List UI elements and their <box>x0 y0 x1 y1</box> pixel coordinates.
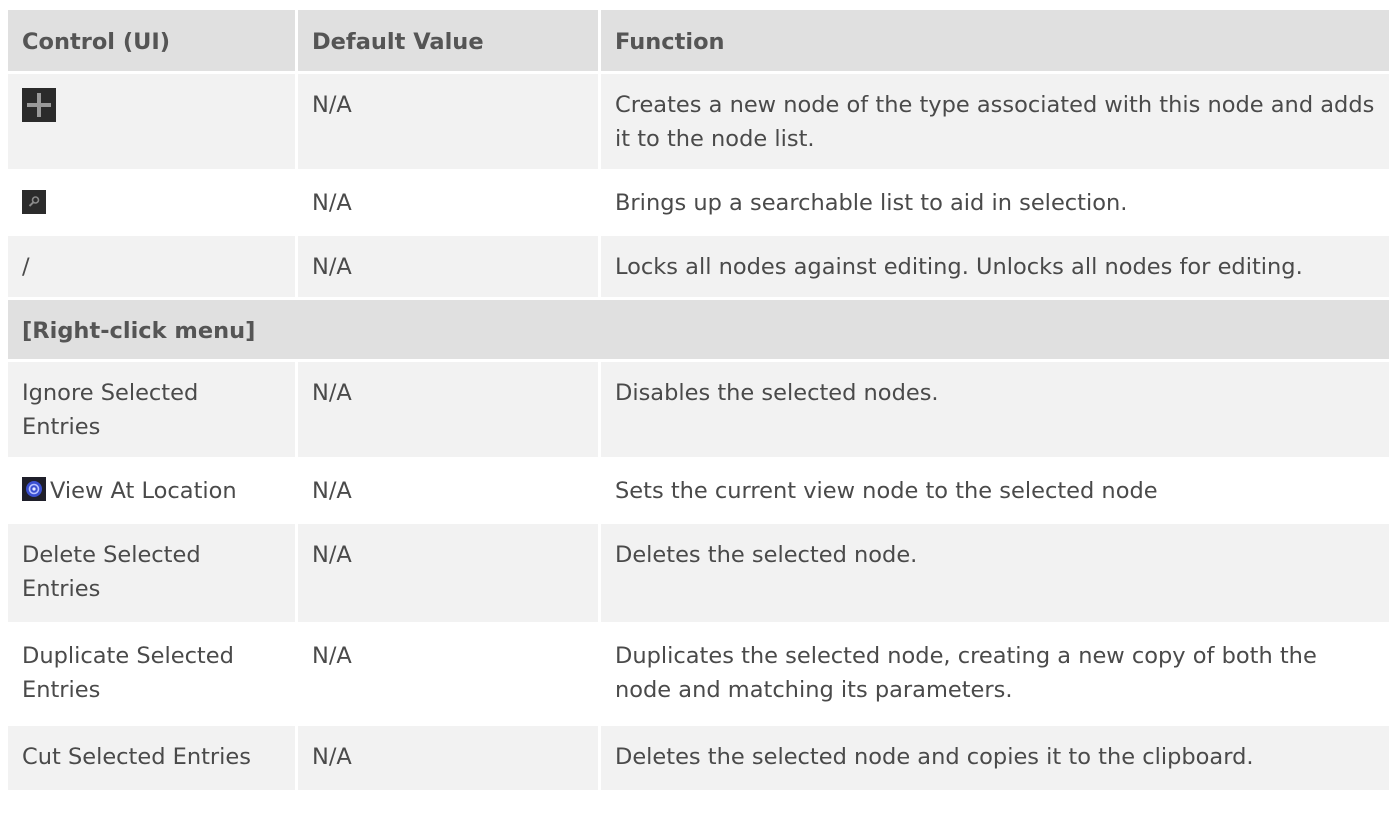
default-cell: N/A <box>298 524 601 622</box>
table-header-row: Control (UI) Default Value Function <box>8 10 1389 74</box>
default-cell: N/A <box>298 74 601 169</box>
table-row: N/A Brings up a searchable list to aid i… <box>8 172 1389 236</box>
control-cell: Cut Selected Entries <box>8 726 298 790</box>
function-cell: Locks all nodes against editing. Unlocks… <box>615 254 1303 280</box>
default-cell: N/A <box>298 726 601 790</box>
controls-table: Control (UI) Default Value Function N/A … <box>8 10 1389 790</box>
control-cell: Duplicate Selected Entries <box>8 625 298 723</box>
header-control: Control (UI) <box>8 10 298 71</box>
view-location-icon[interactable] <box>22 477 46 501</box>
function-cell: Brings up a searchable list to aid in se… <box>615 190 1128 216</box>
table-row: View At Location N/A Sets the current vi… <box>8 460 1389 524</box>
plus-icon[interactable] <box>22 88 56 122</box>
default-cell: N/A <box>298 362 601 457</box>
function-cell: Deletes the selected node. <box>615 542 918 568</box>
default-cell: N/A <box>298 172 601 233</box>
header-function: Function <box>615 29 725 55</box>
default-cell: N/A <box>298 236 601 297</box>
table-row: Ignore Selected Entries N/A Disables the… <box>8 362 1389 460</box>
function-cell: Sets the current view node to the select… <box>615 478 1158 504</box>
function-cell: Duplicates the selected node, creating a… <box>615 643 1317 703</box>
control-cell: View At Location <box>8 460 298 521</box>
search-icon[interactable] <box>22 190 46 214</box>
default-cell: N/A <box>298 460 601 521</box>
table-row: Delete Selected Entries N/A Deletes the … <box>8 524 1389 625</box>
control-cell: Delete Selected Entries <box>8 524 298 622</box>
table-row: / N/A Locks all nodes against editing. U… <box>8 236 1389 300</box>
control-cell: Ignore Selected Entries <box>8 362 298 457</box>
function-cell: Deletes the selected node and copies it … <box>615 744 1254 770</box>
control-label: View At Location <box>50 478 237 504</box>
table-row: N/A Creates a new node of the type assoc… <box>8 74 1389 172</box>
section-header-row: [Right-click menu] <box>8 300 1389 362</box>
control-cell <box>8 172 298 233</box>
section-title: [Right-click menu] <box>22 318 256 344</box>
table-row: Cut Selected Entries N/A Deletes the sel… <box>8 726 1389 790</box>
table-row: Duplicate Selected Entries N/A Duplicate… <box>8 625 1389 726</box>
function-cell: Disables the selected nodes. <box>615 380 939 406</box>
control-cell: / <box>8 236 298 297</box>
default-cell: N/A <box>298 625 601 723</box>
function-cell: Creates a new node of the type associate… <box>615 92 1375 152</box>
control-cell <box>8 74 298 169</box>
header-default-value: Default Value <box>298 10 601 71</box>
